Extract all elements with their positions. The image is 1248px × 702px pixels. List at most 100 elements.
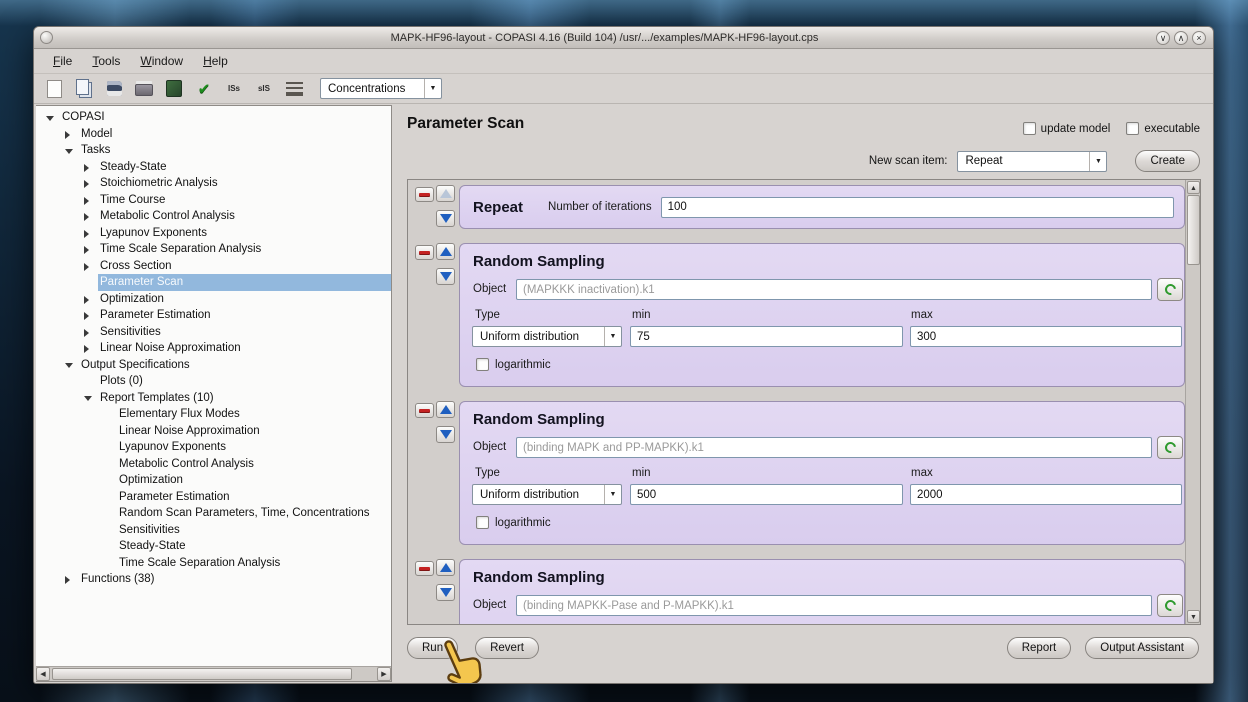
select-object-button[interactable] xyxy=(1157,436,1183,459)
tree-item-cross-section[interactable]: Cross Section xyxy=(36,258,391,275)
menu-window[interactable]: Window xyxy=(131,51,192,71)
select-object-button[interactable] xyxy=(1157,278,1183,301)
expand-arrow-icon[interactable] xyxy=(84,263,89,271)
expand-arrow-icon[interactable] xyxy=(84,329,89,337)
tree-item-plots-0[interactable]: Plots (0) xyxy=(36,373,391,390)
collapse-arrow-icon[interactable] xyxy=(46,116,54,121)
tree-item-steady-state[interactable]: Steady-State xyxy=(36,159,391,176)
collapse-arrow-icon[interactable] xyxy=(65,363,73,368)
tree-item-metabolic-control-analysis[interactable]: Metabolic Control Analysis xyxy=(36,456,391,473)
tree-item-metabolic-control-analysis[interactable]: Metabolic Control Analysis xyxy=(36,208,391,225)
expand-arrow-icon[interactable] xyxy=(84,296,89,304)
expand-arrow-icon[interactable] xyxy=(84,246,89,254)
min-input[interactable] xyxy=(630,484,903,505)
expand-arrow-icon[interactable] xyxy=(84,312,89,320)
logarithmic-checkbox[interactable] xyxy=(476,516,489,529)
expand-arrow-icon[interactable] xyxy=(84,197,89,205)
new-file-icon[interactable] xyxy=(42,77,66,101)
tree-item-time-scale-separation-analysis[interactable]: Time Scale Separation Analysis xyxy=(36,241,391,258)
create-button[interactable]: Create xyxy=(1135,150,1200,172)
titlebar[interactable]: MAPK-HF96-layout - COPASI 4.16 (Build 10… xyxy=(34,27,1213,49)
distribution-combo[interactable]: Uniform distribution ▼ xyxy=(472,484,622,505)
tree-item-parameter-scan[interactable]: Parameter Scan xyxy=(36,274,391,291)
tree-item-optimization[interactable]: Optimization xyxy=(36,472,391,489)
move-item-up-button[interactable] xyxy=(436,559,455,576)
print-icon[interactable] xyxy=(132,77,156,101)
menu-file[interactable]: File xyxy=(44,51,81,71)
close-button[interactable]: × xyxy=(1192,31,1206,45)
scroll-right-icon[interactable]: ▶ xyxy=(377,667,391,681)
move-item-up-button[interactable] xyxy=(436,243,455,260)
tree-item-lyapunov-exponents[interactable]: Lyapunov Exponents xyxy=(36,225,391,242)
tree-item-parameter-estimation[interactable]: Parameter Estimation xyxy=(36,489,391,506)
export-icon[interactable] xyxy=(162,77,186,101)
move-item-down-button[interactable] xyxy=(436,426,455,443)
is-to-s-icon[interactable]: ISs xyxy=(222,77,246,101)
slider-icon[interactable] xyxy=(282,77,306,101)
report-button[interactable]: Report xyxy=(1007,637,1072,659)
expand-arrow-icon[interactable] xyxy=(84,230,89,238)
expand-arrow-icon[interactable] xyxy=(65,576,70,584)
tree-item-parameter-estimation[interactable]: Parameter Estimation xyxy=(36,307,391,324)
scroll-left-icon[interactable]: ◀ xyxy=(36,667,50,681)
s-to-is-icon[interactable]: sIS xyxy=(252,77,276,101)
menu-help[interactable]: Help xyxy=(194,51,237,71)
tree-horizontal-scrollbar[interactable]: ◀ ▶ xyxy=(36,666,391,681)
remove-item-button[interactable] xyxy=(415,403,434,418)
object-input[interactable] xyxy=(516,279,1152,300)
output-assistant-button[interactable]: Output Assistant xyxy=(1085,637,1199,659)
tree-item-output-specifications[interactable]: Output Specifications xyxy=(36,357,391,374)
expand-arrow-icon[interactable] xyxy=(84,345,89,353)
new-scan-item-combo[interactable]: Repeat ▼ xyxy=(957,151,1107,172)
tree-item-steady-state[interactable]: Steady-State xyxy=(36,538,391,555)
save-icon[interactable] xyxy=(102,77,126,101)
scrollbar-thumb[interactable] xyxy=(1187,195,1200,265)
tree-item-sensitivities[interactable]: Sensitivities xyxy=(36,522,391,539)
maximize-button[interactable]: ∧ xyxy=(1174,31,1188,45)
select-object-button[interactable] xyxy=(1157,594,1183,617)
tree-item-random-scan-parameters-time-concentrations[interactable]: Random Scan Parameters, Time, Concentrat… xyxy=(36,505,391,522)
logarithmic-checkbox[interactable] xyxy=(476,358,489,371)
check-model-icon[interactable]: ✔ xyxy=(192,77,216,101)
run-button[interactable]: Run xyxy=(407,637,458,659)
expand-arrow-icon[interactable] xyxy=(84,213,89,221)
min-input[interactable] xyxy=(630,326,903,347)
tree-item-time-course[interactable]: Time Course xyxy=(36,192,391,209)
tree-item-tasks[interactable]: Tasks xyxy=(36,142,391,159)
tree-item-stoichiometric-analysis[interactable]: Stoichiometric Analysis xyxy=(36,175,391,192)
move-item-down-button[interactable] xyxy=(436,268,455,285)
move-item-down-button[interactable] xyxy=(436,584,455,601)
remove-item-button[interactable] xyxy=(415,187,434,202)
tree-item-copasi[interactable]: COPASI xyxy=(36,109,391,126)
move-item-up-button[interactable] xyxy=(436,185,455,202)
max-input[interactable] xyxy=(910,484,1182,505)
minimize-button[interactable]: ∨ xyxy=(1156,31,1170,45)
object-input[interactable] xyxy=(516,595,1152,616)
distribution-combo[interactable]: Uniform distribution ▼ xyxy=(472,326,622,347)
tree-item-sensitivities[interactable]: Sensitivities xyxy=(36,324,391,341)
tree-item-time-scale-separation-analysis[interactable]: Time Scale Separation Analysis xyxy=(36,555,391,572)
update-model-checkbox[interactable] xyxy=(1023,122,1036,135)
object-input[interactable] xyxy=(516,437,1152,458)
window-menu-icon[interactable] xyxy=(40,31,53,44)
tree-item-model[interactable]: Model xyxy=(36,126,391,143)
expand-arrow-icon[interactable] xyxy=(65,131,70,139)
remove-item-button[interactable] xyxy=(415,245,434,260)
scroll-up-icon[interactable]: ▲ xyxy=(1187,181,1200,194)
move-item-up-button[interactable] xyxy=(436,401,455,418)
revert-button[interactable]: Revert xyxy=(475,637,539,659)
concentrations-combo[interactable]: Concentrations ▼ xyxy=(320,78,442,99)
expand-arrow-icon[interactable] xyxy=(84,180,89,188)
collapse-arrow-icon[interactable] xyxy=(84,396,92,401)
move-item-down-button[interactable] xyxy=(436,210,455,227)
tree-item-report-templates-10[interactable]: Report Templates (10) xyxy=(36,390,391,407)
expand-arrow-icon[interactable] xyxy=(84,164,89,172)
max-input[interactable] xyxy=(910,326,1182,347)
scrollbar-thumb[interactable] xyxy=(52,668,352,680)
tree-item-elementary-flux-modes[interactable]: Elementary Flux Modes xyxy=(36,406,391,423)
tree-item-functions-38[interactable]: Functions (38) xyxy=(36,571,391,588)
tree-item-linear-noise-approximation[interactable]: Linear Noise Approximation xyxy=(36,423,391,440)
remove-item-button[interactable] xyxy=(415,561,434,576)
scroll-down-icon[interactable]: ▼ xyxy=(1187,610,1200,623)
collapse-arrow-icon[interactable] xyxy=(65,149,73,154)
